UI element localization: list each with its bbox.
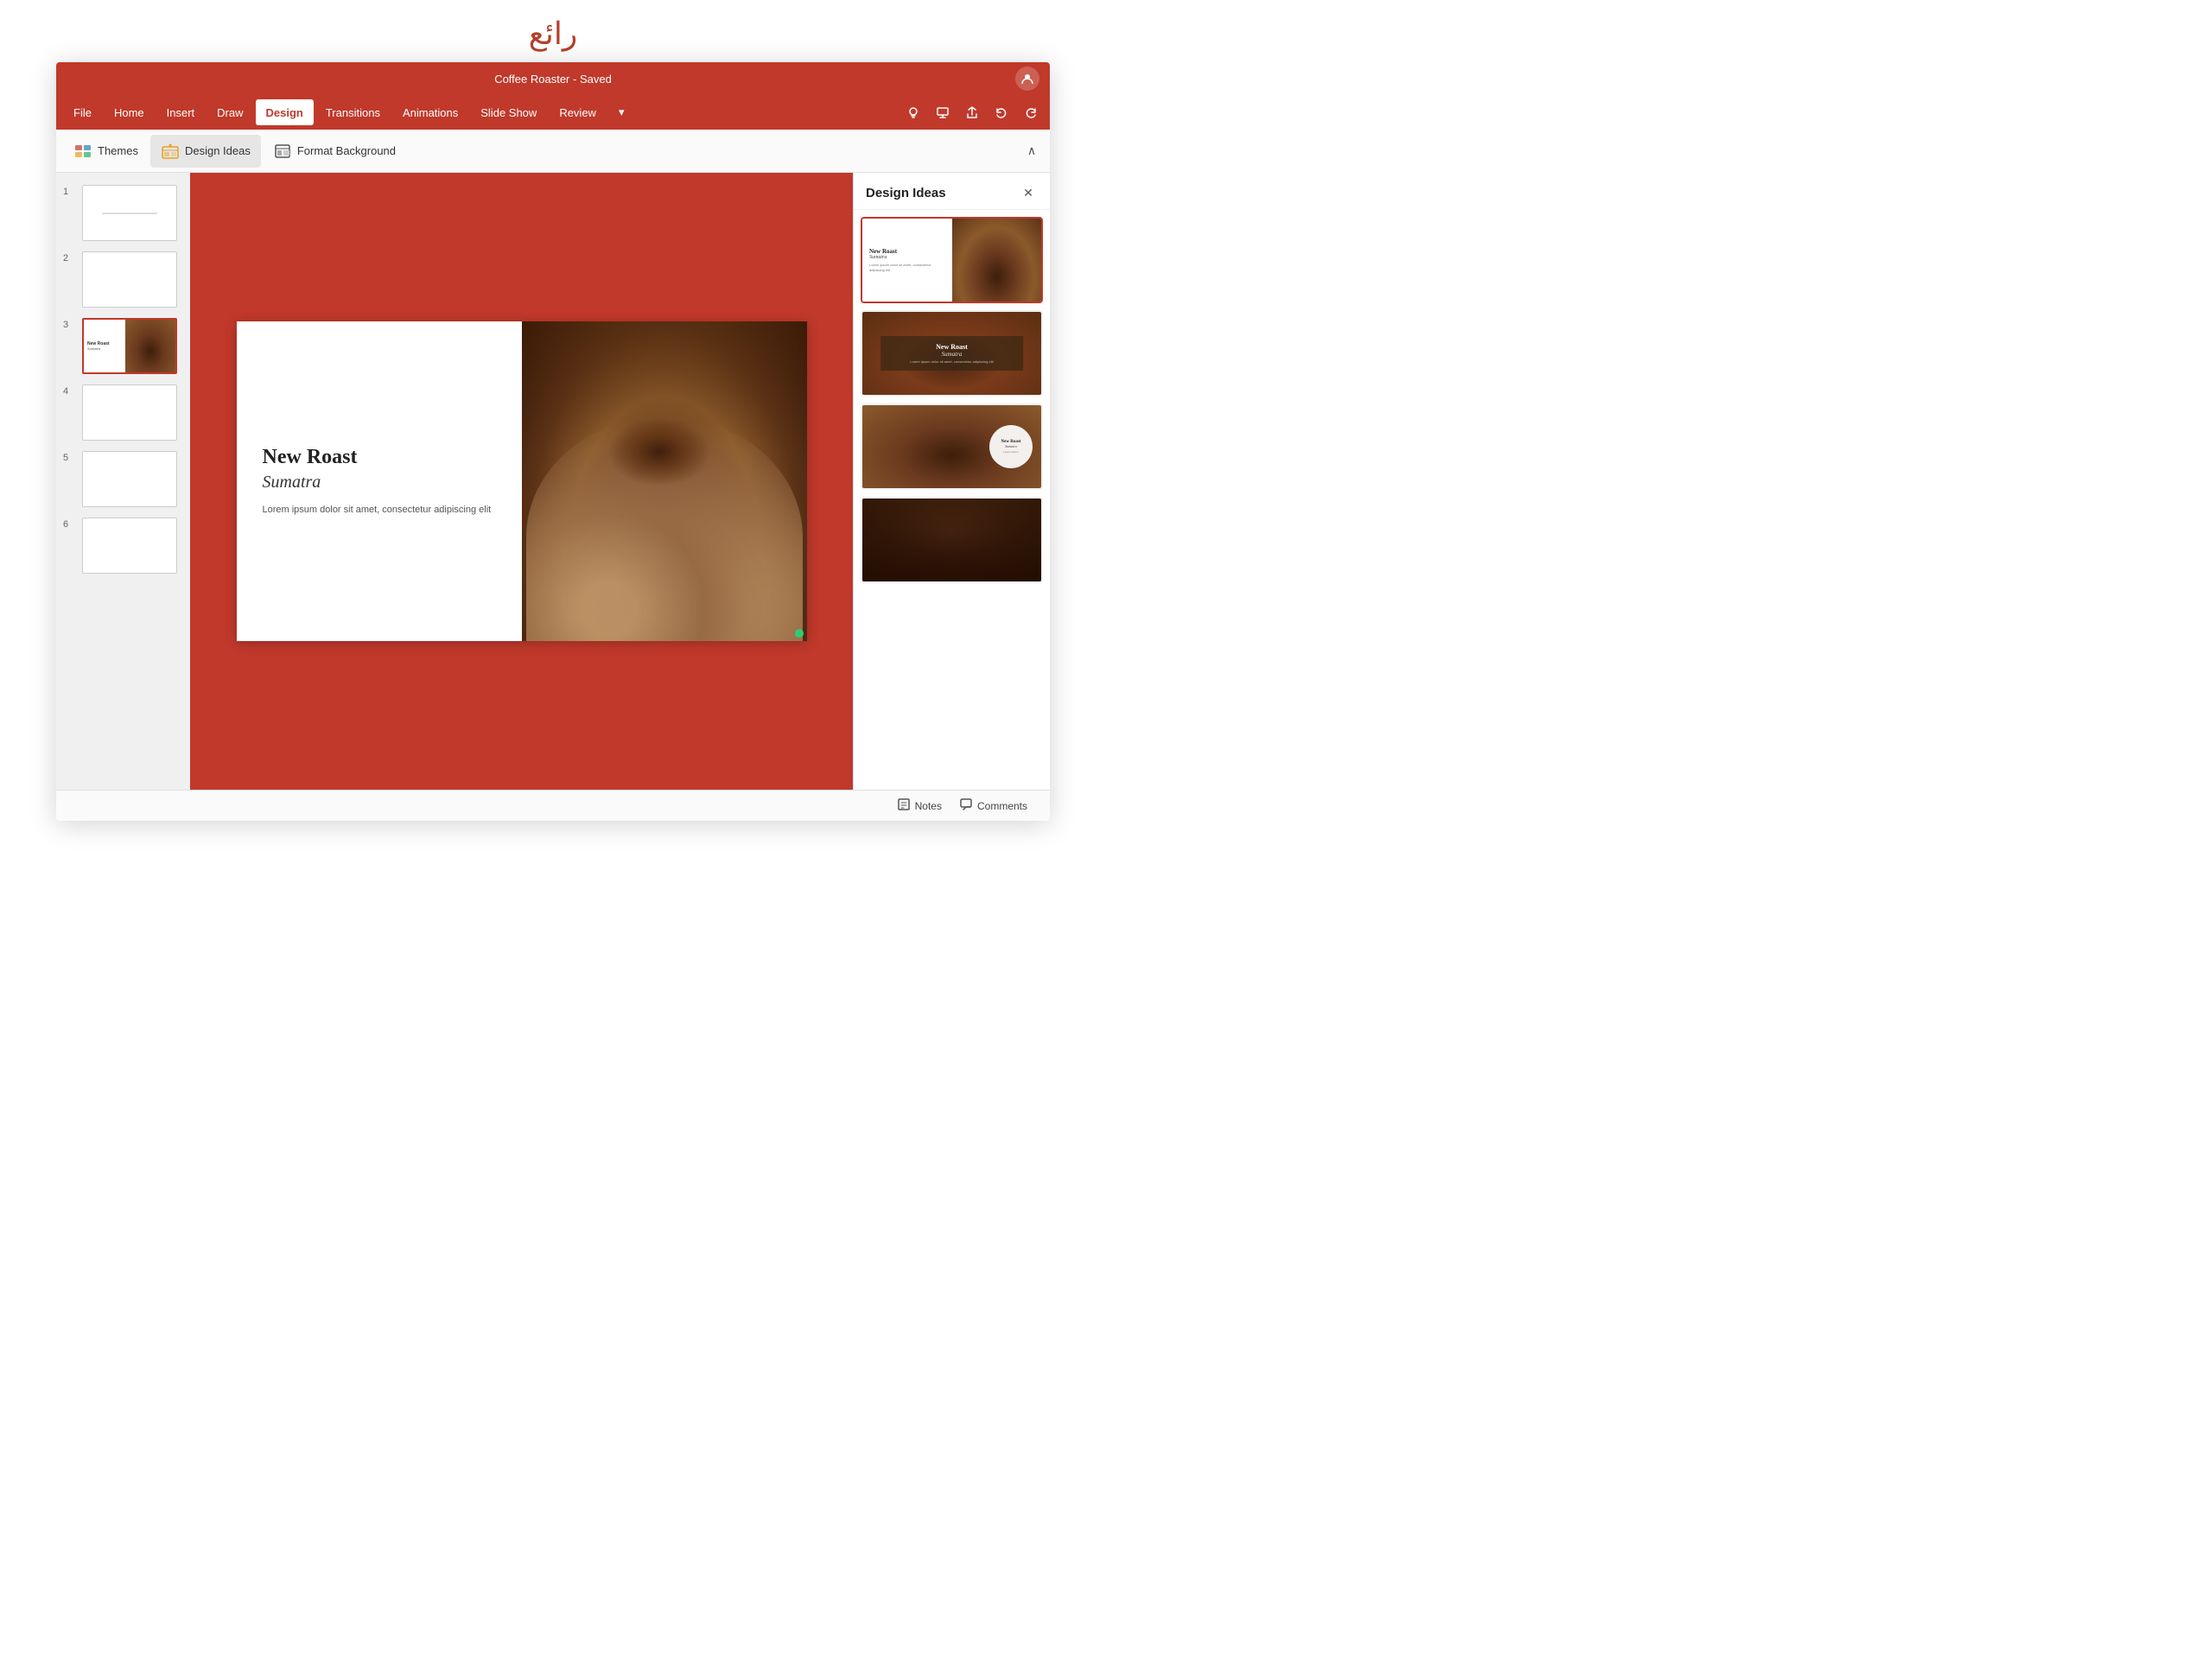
- menu-file[interactable]: File: [63, 99, 102, 125]
- slide-body: Lorem ipsum dolor sit amet, consectetur …: [263, 503, 496, 518]
- slide-thumb-2[interactable]: 2: [56, 246, 190, 313]
- design-ideas-button[interactable]: Design Ideas: [150, 135, 261, 168]
- slide-resize-handle[interactable]: [795, 629, 804, 638]
- comments-button[interactable]: Comments: [950, 794, 1036, 817]
- design-ideas-list: New Roast Sumatra Lorem ipsum dolor sit …: [854, 210, 1050, 790]
- slide-thumb-1[interactable]: 1: [56, 180, 190, 246]
- slide-mini-5: [82, 451, 177, 507]
- notes-label: Notes: [915, 800, 942, 812]
- toolbar-icons: [901, 100, 1043, 124]
- slide-thumb-6[interactable]: 6: [56, 512, 190, 579]
- slide-panel: 1 2 3 New R: [56, 173, 190, 790]
- format-background-icon: [273, 143, 292, 159]
- document-title: Coffee Roaster - Saved: [494, 73, 612, 86]
- title-bar: Coffee Roaster - Saved: [56, 62, 1050, 95]
- themes-button[interactable]: Themes: [63, 135, 149, 168]
- themes-icon: [73, 143, 92, 159]
- notes-button[interactable]: Notes: [888, 794, 950, 817]
- design-panel-header: Design Ideas ✕: [854, 173, 1050, 210]
- slide-thumb-4[interactable]: 4: [56, 379, 190, 446]
- card-circle-body-3: Lorem ipsum: [1003, 450, 1018, 454]
- menu-more[interactable]: ▾: [608, 99, 635, 125]
- menu-review[interactable]: Review: [549, 99, 607, 125]
- user-avatar[interactable]: [1015, 67, 1039, 91]
- undo-icon[interactable]: [989, 100, 1014, 124]
- comments-icon: [959, 797, 973, 814]
- arabic-title: رائع: [0, 0, 1106, 60]
- slide-subtitle: Sumatra: [263, 473, 496, 492]
- menu-transitions[interactable]: Transitions: [315, 99, 391, 125]
- card-overlay-subtitle-2: Sumatra: [894, 351, 1010, 358]
- menu-home[interactable]: Home: [104, 99, 155, 125]
- design-panel-title: Design Ideas: [866, 186, 946, 200]
- card-circle-subtitle-3: Sumatra: [1005, 444, 1017, 448]
- share-icon[interactable]: [960, 100, 984, 124]
- slide-mini-2: [82, 251, 177, 308]
- slide-title: New Roast: [263, 446, 496, 469]
- design-ideas-icon: [161, 143, 180, 159]
- present-icon[interactable]: [931, 100, 955, 124]
- card-image-1: [952, 219, 1042, 302]
- slide-mini-4: [82, 384, 177, 441]
- design-ideas-label: Design Ideas: [185, 144, 251, 157]
- card-body-1: Lorem ipsum dolor sit amet, consectetur …: [869, 263, 945, 272]
- format-background-label: Format Background: [297, 144, 396, 157]
- design-idea-card-3[interactable]: New Roast Sumatra Lorem ipsum: [861, 403, 1043, 490]
- card-circle-3: New Roast Sumatra Lorem ipsum: [989, 425, 1033, 468]
- coffee-beans-image: [522, 321, 807, 641]
- slide-mini-1: [82, 185, 177, 241]
- menu-draw[interactable]: Draw: [207, 99, 253, 125]
- canvas-area: New Roast Sumatra Lorem ipsum dolor sit …: [190, 173, 853, 790]
- slide-thumb-3[interactable]: 3 New Roast Sumatra: [56, 313, 190, 379]
- design-panel: Design Ideas ✕ New Roast Sumatra Lorem i…: [853, 173, 1050, 790]
- card-overlay-title-2: New Roast: [894, 343, 1010, 351]
- menu-design[interactable]: Design: [256, 99, 314, 125]
- slide-num-2: 2: [63, 251, 77, 264]
- comments-label: Comments: [977, 800, 1027, 812]
- menu-animations[interactable]: Animations: [392, 99, 468, 125]
- design-panel-close-button[interactable]: ✕: [1019, 183, 1038, 202]
- design-idea-card-1[interactable]: New Roast Sumatra Lorem ipsum dolor sit …: [861, 217, 1043, 303]
- slide-mini-6: [82, 518, 177, 574]
- menu-insert[interactable]: Insert: [156, 99, 206, 125]
- card-text-1: New Roast Sumatra Lorem ipsum dolor sit …: [862, 219, 952, 302]
- card-subtitle-1: Sumatra: [869, 255, 945, 260]
- slide-num-5: 5: [63, 451, 77, 463]
- card-title-1: New Roast: [869, 248, 945, 255]
- slide-num-4: 4: [63, 384, 77, 397]
- card-bg-4: [862, 499, 1041, 581]
- format-background-button[interactable]: Format Background: [263, 135, 406, 168]
- ribbon-collapse-button[interactable]: ∧: [1020, 140, 1043, 162]
- themes-label: Themes: [98, 144, 138, 157]
- main-content: 1 2 3 New R: [56, 173, 1050, 790]
- notes-icon: [897, 797, 911, 814]
- app-window: Coffee Roaster - Saved File Home Insert …: [56, 62, 1050, 821]
- slide-mini-3: New Roast Sumatra: [82, 318, 177, 374]
- lightbulb-icon[interactable]: [901, 100, 925, 124]
- card-overlay-body-2: Lorem ipsum dolor sit amet, consectetur …: [894, 359, 1010, 364]
- slide-num-3: 3: [63, 318, 77, 330]
- design-idea-card-4[interactable]: [861, 497, 1043, 583]
- menu-bar: File Home Insert Draw Design Transitions…: [56, 95, 1050, 130]
- slide-num-6: 6: [63, 518, 77, 530]
- slide-num-1: 1: [63, 185, 77, 197]
- slide-text-area: New Roast Sumatra Lorem ipsum dolor sit …: [237, 321, 522, 641]
- slide-canvas: New Roast Sumatra Lorem ipsum dolor sit …: [237, 321, 807, 641]
- redo-icon[interactable]: [1019, 100, 1043, 124]
- card-coffee-beans-1: [952, 219, 1042, 302]
- slide-thumb-5[interactable]: 5: [56, 446, 190, 512]
- menu-slideshow[interactable]: Slide Show: [470, 99, 547, 125]
- ribbon-bar: Themes Design Ideas: [56, 130, 1050, 173]
- design-idea-card-2[interactable]: New Roast Sumatra Lorem ipsum dolor sit …: [861, 310, 1043, 397]
- card-overlay-2: New Roast Sumatra Lorem ipsum dolor sit …: [880, 336, 1024, 371]
- slide-image-area: [522, 321, 807, 641]
- status-bar: Notes Comments: [56, 790, 1050, 821]
